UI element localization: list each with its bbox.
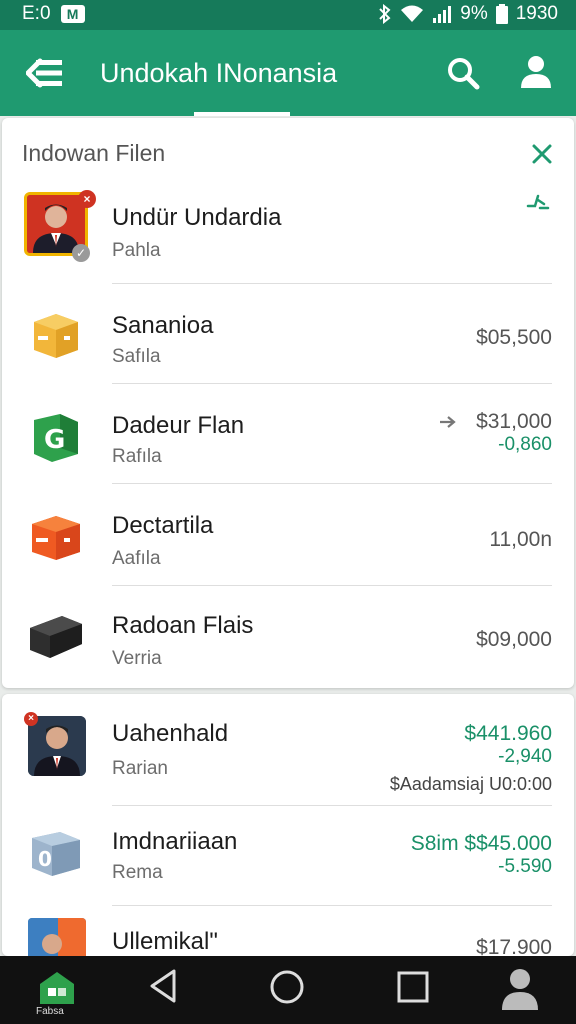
yellow-box-icon <box>34 314 78 358</box>
item-name: Undür Undardia <box>112 204 282 231</box>
close-icon[interactable] <box>530 142 554 166</box>
item-note: $Aadamsiaj U0:0:00 <box>389 774 552 794</box>
tab-indicator <box>194 112 290 116</box>
item-subtitle: Rarian <box>112 758 168 779</box>
item-amount: $31,000 <box>476 410 552 433</box>
item-subtitle: Pahla <box>112 240 161 261</box>
app-bar: Undokah INonansia <box>0 30 576 116</box>
transactions-card: × Uahenhald Rarian $441.960 -2,940 $Aada… <box>2 694 574 956</box>
battery-icon <box>495 4 508 24</box>
back-menu-icon[interactable] <box>26 56 66 90</box>
avatar <box>28 716 86 776</box>
remove-badge-icon[interactable]: × <box>24 712 38 726</box>
item-name: Radoan Flais <box>112 612 254 639</box>
item-amount: S8im $$45.000 <box>410 832 552 855</box>
status-left-text: E:0 <box>22 3 51 24</box>
item-change: -5.590 <box>498 856 552 877</box>
bluetooth-icon <box>379 4 391 24</box>
signal-icon <box>433 6 452 23</box>
home-label: Fabsa <box>36 1006 64 1017</box>
svg-text:0: 0 <box>38 847 52 871</box>
gmail-icon: M <box>60 5 85 23</box>
item-amount: $09,000 <box>476 628 552 651</box>
item-amount: $441.960 <box>464 722 552 745</box>
arrow-right-icon <box>440 416 456 428</box>
item-amount: $17.900 <box>476 936 552 956</box>
orange-box-icon <box>32 516 80 560</box>
item-subtitle: Safıla <box>112 346 161 367</box>
list-item[interactable]: × ✓ Undür Undardia Pahla <box>2 184 574 284</box>
clock: 1930 <box>515 3 558 24</box>
item-subtitle: Rafıla <box>112 446 162 467</box>
battery-text: 9% <box>460 3 488 24</box>
profile-nav-icon[interactable] <box>500 966 540 1010</box>
item-subtitle: Rema <box>112 862 163 883</box>
filter-card: Indowan Filen × ✓ Undür Undardia Pahla S… <box>2 118 574 688</box>
list-item[interactable]: G Dadeur Flan Rafıla $31,000 -0,860 <box>2 384 574 484</box>
navigation-bar: Fabsa <box>0 956 576 1024</box>
list-item[interactable]: Dectartila Aafıla 11,00n <box>2 486 574 586</box>
item-name: Dadeur Flan <box>112 412 245 439</box>
blue-box-icon: 0 <box>32 832 80 876</box>
item-name: Sananioa <box>112 312 214 339</box>
item-subtitle: Aafıla <box>112 548 161 569</box>
list-item[interactable]: Ullemikal" $17.900 <box>2 906 574 956</box>
divider <box>112 483 552 484</box>
list-item[interactable]: Radoan Flais Verria $09,000 <box>2 586 574 686</box>
item-name: Uahenhald <box>112 720 229 747</box>
verified-badge-icon: ✓ <box>72 244 90 262</box>
item-change: -2,940 <box>498 746 552 767</box>
item-amount: 11,00n <box>489 528 552 551</box>
recents-nav-icon[interactable] <box>396 970 430 1004</box>
app-title: Undokah INonansia <box>100 58 338 88</box>
card-header: Indowan Filen <box>22 140 166 166</box>
remove-badge-icon[interactable]: × <box>78 190 96 208</box>
list-item[interactable]: × Uahenhald Rarian $441.960 -2,940 $Aada… <box>2 702 574 806</box>
item-name: Imdnariiaan <box>112 828 238 855</box>
black-box-icon <box>30 616 82 658</box>
home-app-icon[interactable] <box>38 970 76 1004</box>
home-nav-icon[interactable] <box>268 968 306 1006</box>
item-subtitle: Verria <box>112 648 162 669</box>
back-nav-icon[interactable] <box>148 968 178 1004</box>
wifi-icon <box>401 5 424 22</box>
account-icon[interactable] <box>518 54 554 90</box>
item-change: -0,860 <box>498 434 552 455</box>
item-amount: $05,500 <box>476 326 552 349</box>
search-icon[interactable] <box>446 56 480 90</box>
item-name: Dectartila <box>112 512 214 539</box>
status-bar: E:0 M 9% 1930 <box>0 0 576 30</box>
trend-icon[interactable] <box>526 192 550 212</box>
avatar <box>28 918 86 956</box>
green-box-icon: G <box>34 414 78 462</box>
item-name: Ullemikal" <box>112 928 218 955</box>
list-item[interactable]: Sananioa Safıla $05,500 <box>2 284 574 384</box>
list-item[interactable]: 0 Imdnariiaan Rema S8im $$45.000 -5.590 <box>2 806 574 906</box>
svg-text:G: G <box>44 425 65 455</box>
